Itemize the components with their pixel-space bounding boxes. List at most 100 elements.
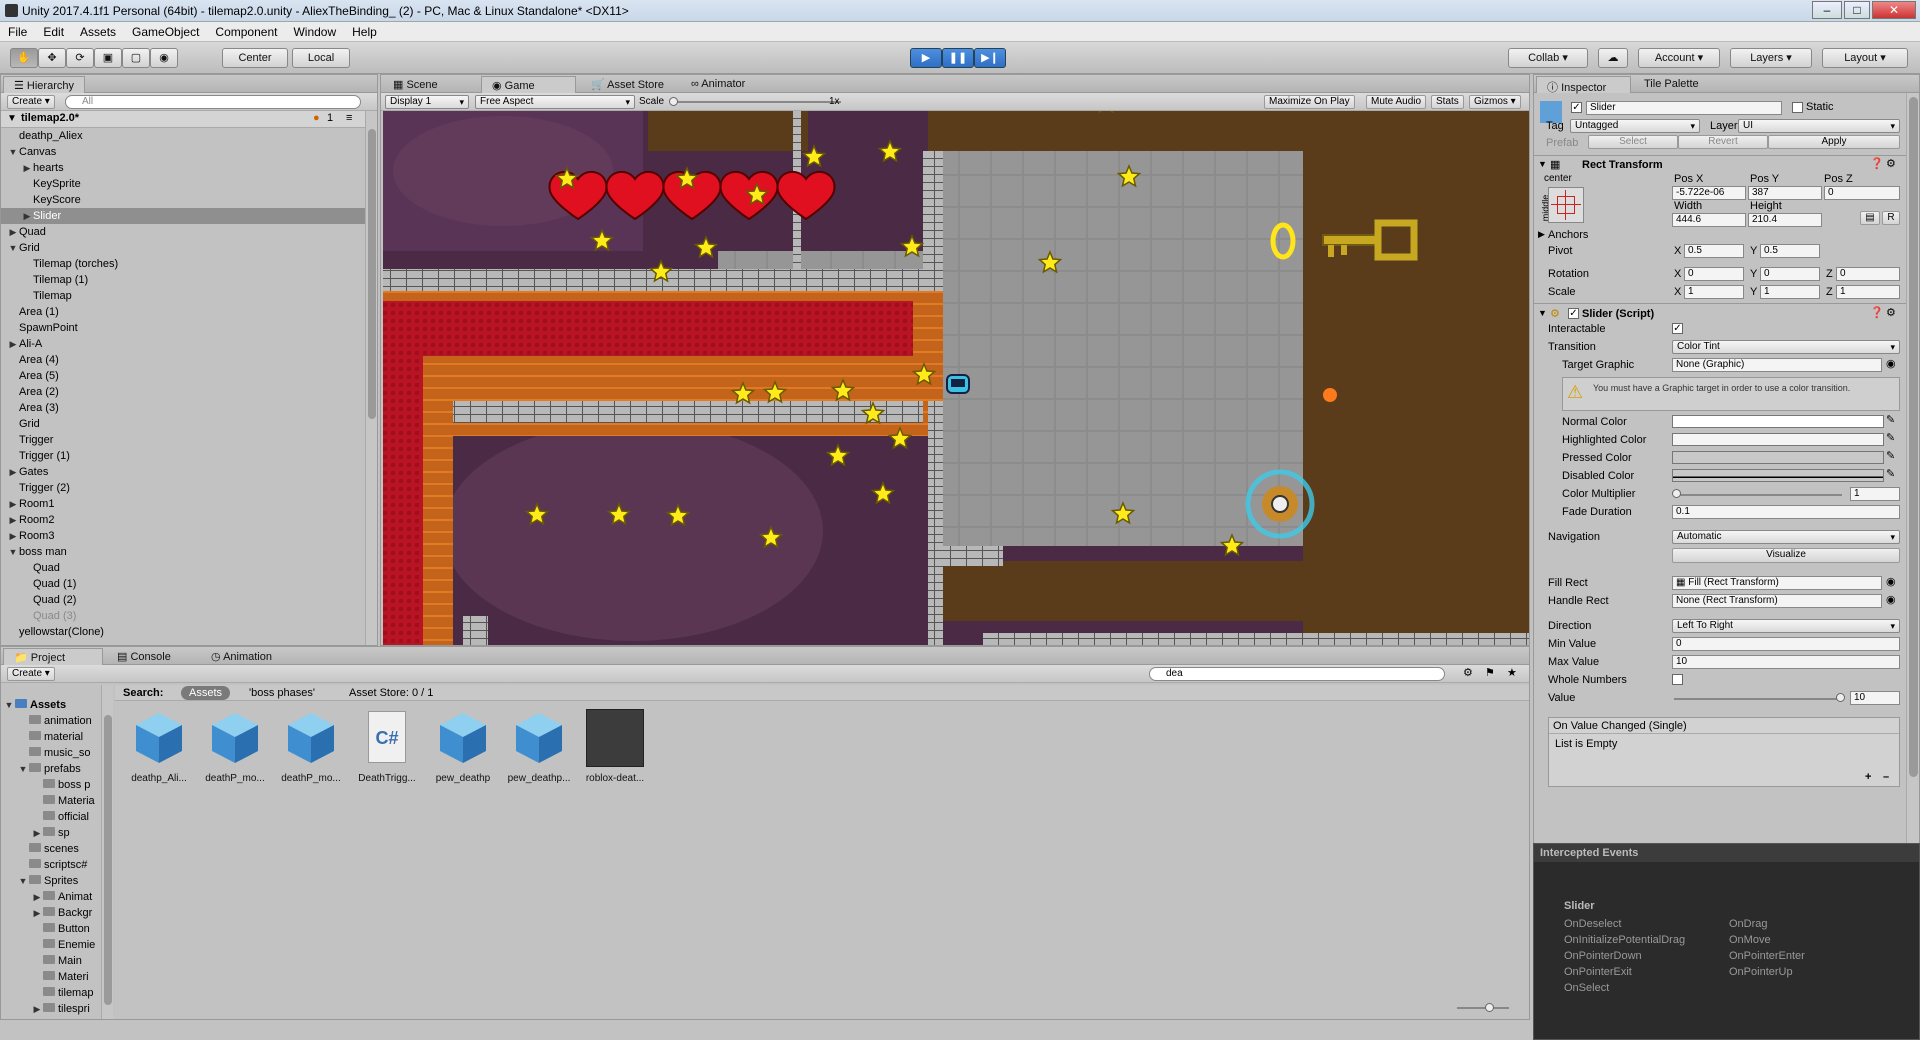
- icon-size-handle[interactable]: [1485, 1003, 1494, 1012]
- scene-menu-icon[interactable]: ≡: [346, 112, 352, 124]
- menu-edit[interactable]: Edit: [35, 22, 72, 39]
- close-button[interactable]: ✕: [1872, 1, 1916, 19]
- expand-arrow-right-icon[interactable]: ▶: [31, 825, 43, 841]
- scale-y-field[interactable]: 1: [1760, 285, 1820, 299]
- stats-toggle[interactable]: Stats: [1431, 95, 1464, 109]
- whole-numbers-checkbox[interactable]: [1672, 674, 1683, 685]
- layer-dropdown[interactable]: UI: [1738, 119, 1900, 133]
- slider-enabled-checkbox[interactable]: ✓: [1568, 308, 1579, 319]
- value-slider[interactable]: [1674, 698, 1842, 700]
- width-field[interactable]: 444.6: [1672, 213, 1746, 227]
- play-button-icon[interactable]: ▶: [910, 48, 942, 68]
- posx-field[interactable]: -5.722e-06: [1672, 186, 1746, 200]
- folder-item[interactable]: official: [1, 809, 101, 825]
- menu-component[interactable]: Component: [207, 22, 285, 39]
- rotation-z-field[interactable]: 0: [1836, 267, 1900, 281]
- rotation-y-field[interactable]: 0: [1760, 267, 1820, 281]
- scene-header-row[interactable]: ▼ tilemap2.0* ● 1 ≡: [1, 111, 365, 128]
- pivot-y-field[interactable]: 0.5: [1760, 244, 1820, 258]
- min-value-field[interactable]: 0: [1672, 637, 1900, 651]
- hierarchy-item[interactable]: ▶ Room1: [1, 496, 365, 512]
- expand-arrow-down-icon[interactable]: ▼: [17, 761, 29, 777]
- hierarchy-item[interactable]: Trigger (2): [1, 480, 365, 496]
- favorite-star-icon[interactable]: ★: [1507, 666, 1517, 679]
- folder-item[interactable]: Main: [1, 953, 101, 969]
- display-dropdown[interactable]: Display 1: [385, 95, 469, 109]
- navigation-dropdown[interactable]: Automatic: [1672, 530, 1900, 544]
- layout-dropdown[interactable]: Layout ▾: [1822, 48, 1908, 68]
- prefab-apply-button[interactable]: Apply: [1768, 135, 1900, 149]
- rotation-x-field[interactable]: 0: [1684, 267, 1744, 281]
- menu-gameobject[interactable]: GameObject: [124, 22, 207, 39]
- tab-inspector[interactable]: ⓘ Inspector: [1536, 76, 1631, 94]
- scope-asset-store[interactable]: Asset Store: 0 / 1: [349, 687, 433, 699]
- expand-arrow-down-icon[interactable]: ▼: [3, 697, 15, 713]
- target-graphic-field[interactable]: None (Graphic): [1672, 358, 1882, 372]
- expand-arrow-right-icon[interactable]: ▶: [7, 512, 19, 528]
- highlighted-color-swatch[interactable]: [1672, 433, 1884, 446]
- scale-slider[interactable]: [671, 101, 841, 103]
- help-icon[interactable]: ❓: [1870, 157, 1884, 170]
- gizmos-dropdown[interactable]: Gizmos ▾: [1469, 95, 1521, 109]
- event-remove-button[interactable]: –: [1883, 771, 1889, 783]
- asset-item[interactable]: deathP_mo...: [199, 709, 271, 797]
- scope-assets-button[interactable]: Assets: [181, 686, 231, 700]
- slider-gear-icon[interactable]: ⚙: [1886, 306, 1896, 319]
- hierarchy-item[interactable]: Quad (3): [1, 608, 365, 624]
- mute-audio-toggle[interactable]: Mute Audio: [1366, 95, 1427, 109]
- eyedropper-icon[interactable]: ✎: [1886, 431, 1895, 444]
- hierarchy-item[interactable]: Grid: [1, 416, 365, 432]
- posz-field[interactable]: 0: [1824, 186, 1900, 200]
- hierarchy-item[interactable]: ▶ Room2: [1, 512, 365, 528]
- icon-size-slider[interactable]: [1457, 1007, 1509, 1009]
- folder-item[interactable]: Materia: [1, 793, 101, 809]
- expand-arrow-right-icon[interactable]: ▶: [7, 336, 19, 352]
- expand-arrow-right-icon[interactable]: ▶: [7, 464, 19, 480]
- layers-dropdown[interactable]: Layers ▾: [1730, 48, 1812, 68]
- prefab-select-button[interactable]: Select: [1588, 135, 1678, 149]
- folder-item[interactable]: ▶ sp: [1, 825, 101, 841]
- folder-item[interactable]: scenes: [1, 841, 101, 857]
- rect-fold-arrow-icon[interactable]: ▼: [1538, 159, 1547, 169]
- pressed-color-swatch[interactable]: [1672, 451, 1884, 464]
- hierarchy-item[interactable]: Area (4): [1, 352, 365, 368]
- folder-item[interactable]: ▼ prefabs: [1, 761, 101, 777]
- transform-tool-icon[interactable]: ◉: [150, 48, 178, 68]
- hierarchy-item[interactable]: Quad (1): [1, 576, 365, 592]
- hierarchy-item[interactable]: Area (1): [1, 304, 365, 320]
- folder-item[interactable]: tilemap: [1, 985, 101, 1001]
- expand-arrow-down-icon[interactable]: ▼: [7, 544, 19, 560]
- eyedropper-icon[interactable]: ✎: [1886, 467, 1895, 480]
- expand-arrow-right-icon[interactable]: ▶: [21, 208, 33, 224]
- rotate-tool-icon[interactable]: ⟳: [66, 48, 94, 68]
- tab-tile-palette[interactable]: Tile Palette: [1634, 76, 1709, 93]
- hierarchy-create-button[interactable]: Create ▾: [7, 95, 55, 109]
- blueprint-mode-icon[interactable]: ▤: [1860, 211, 1880, 225]
- hierarchy-item[interactable]: KeySprite: [1, 176, 365, 192]
- value-field[interactable]: 10: [1850, 691, 1900, 705]
- folder-item[interactable]: scriptsc#: [1, 857, 101, 873]
- folder-item[interactable]: ▶ Animat: [1, 889, 101, 905]
- fill-rect-field[interactable]: ▦ Fill (Rect Transform): [1672, 576, 1882, 590]
- account-dropdown[interactable]: Account ▾: [1638, 48, 1720, 68]
- hierarchy-item[interactable]: ▶ Room3: [1, 528, 365, 544]
- value-slider-handle[interactable]: [1836, 693, 1845, 702]
- hierarchy-item[interactable]: yellowstar(Clone): [1, 640, 365, 642]
- max-value-field[interactable]: 10: [1672, 655, 1900, 669]
- disabled-color-swatch[interactable]: [1672, 469, 1884, 482]
- folder-item[interactable]: ▼ Sprites: [1, 873, 101, 889]
- space-local-button[interactable]: Local: [292, 48, 350, 68]
- color-multiplier-handle[interactable]: [1672, 489, 1681, 498]
- folder-item[interactable]: boss p: [1, 777, 101, 793]
- expand-arrow-right-icon[interactable]: ▶: [21, 160, 33, 176]
- hierarchy-item[interactable]: Tilemap (1): [1, 272, 365, 288]
- search-by-label-icon[interactable]: ⚑: [1485, 666, 1495, 679]
- project-create-button[interactable]: Create ▾: [7, 667, 55, 681]
- normal-color-swatch[interactable]: [1672, 415, 1884, 428]
- hierarchy-item[interactable]: Tilemap: [1, 288, 365, 304]
- folder-item[interactable]: Materi: [1, 969, 101, 985]
- hierarchy-item[interactable]: Tilemap (torches): [1, 256, 365, 272]
- hierarchy-item[interactable]: Quad (2): [1, 592, 365, 608]
- expand-arrow-down-icon[interactable]: ▼: [17, 873, 29, 889]
- asset-item[interactable]: pew_deathp: [427, 709, 499, 797]
